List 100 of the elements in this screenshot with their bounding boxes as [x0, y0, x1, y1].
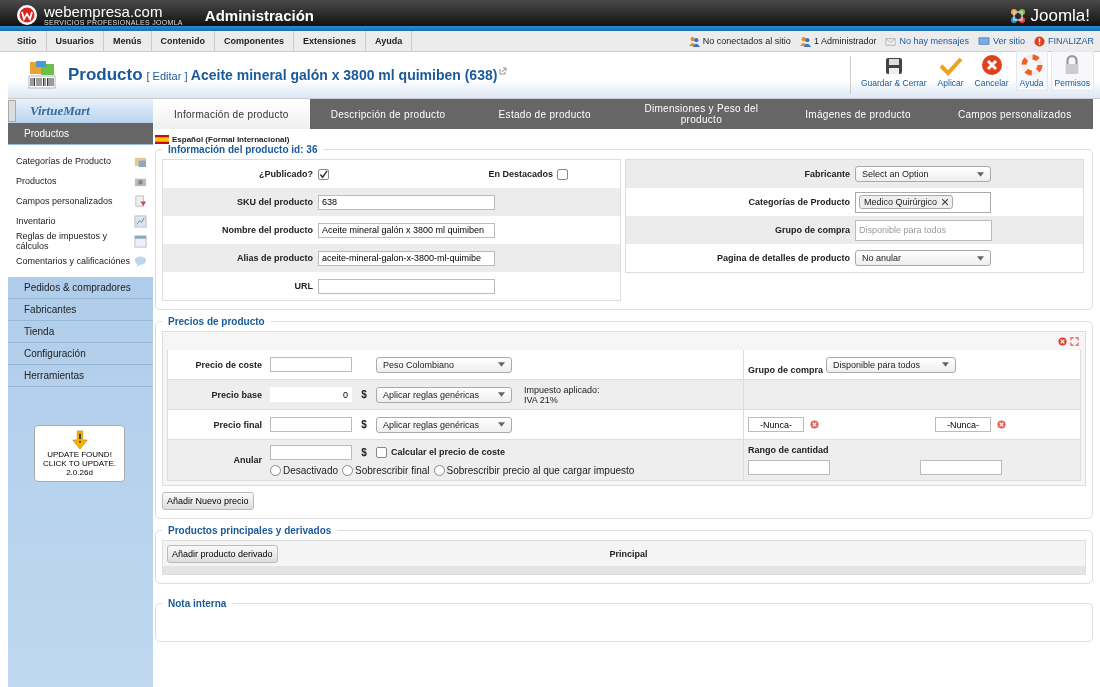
toolbar-button[interactable]: Cancelar — [970, 51, 1013, 91]
sidebar-group[interactable]: Productos — [8, 123, 153, 145]
checkbox[interactable] — [376, 446, 387, 458]
dropdown[interactable]: Peso Colombiano — [376, 356, 512, 373]
screen-icon — [977, 35, 990, 47]
collapse-handle[interactable] — [8, 100, 16, 122]
brand-logo-icon — [16, 4, 38, 26]
input-field[interactable] — [270, 357, 352, 372]
field-label: Precio base — [210, 389, 263, 400]
expand-icon[interactable] — [1070, 337, 1079, 346]
clear-icon[interactable] — [810, 420, 819, 429]
section-title: Productos principales y derivados — [167, 525, 333, 536]
input-field[interactable] — [920, 460, 1002, 475]
radio-label: Sobrescribir final — [355, 464, 430, 476]
sidebar-item[interactable]: Productos — [16, 171, 147, 191]
dropdown[interactable]: Aplicar reglas genéricas — [376, 386, 512, 403]
dropdown[interactable]: No anular — [855, 250, 991, 266]
calendar-icon — [134, 234, 147, 248]
input-field[interactable] — [270, 417, 352, 432]
sidebar-group[interactable]: Pedidos & compradores — [8, 277, 153, 299]
currency-symbol: $ — [360, 446, 368, 458]
radio-button[interactable] — [433, 464, 445, 476]
update-button[interactable]: UPDATE FOUND! CLICK TO UPDATE. 2.0.26d — [34, 425, 125, 482]
cms-logo-icon — [1009, 7, 1028, 25]
tab[interactable]: Descripción de producto — [309, 99, 467, 129]
tab[interactable]: Estado de producto — [466, 99, 623, 129]
menu-item[interactable]: Sitio — [8, 31, 47, 51]
field-label: Alias de producto — [236, 253, 314, 263]
status-link[interactable]: 1 Administrador — [799, 35, 877, 47]
dropdown[interactable]: Disponible para todos — [826, 356, 956, 373]
menu-item[interactable]: Ayuda — [366, 31, 413, 51]
input-field[interactable]: Aceite mineral galón x 3800 ml quimiben — [318, 222, 495, 238]
field-label: En Destacados — [488, 169, 554, 179]
toolbar-button[interactable]: Aplicar — [933, 53, 968, 91]
status-link[interactable]: Ver sitio — [977, 35, 1025, 47]
sidebar-item[interactable]: Inventario — [16, 211, 147, 231]
toolbar-button[interactable]: Guardar & Cerrar — [856, 53, 931, 91]
radio-button[interactable] — [270, 464, 281, 476]
sidebar-item[interactable]: Categorías de Producto — [16, 151, 147, 171]
remove-icon[interactable] — [942, 199, 949, 205]
add-child-button[interactable]: Añadir producto derivado — [167, 544, 278, 563]
tax-value: IVA 21% — [524, 394, 558, 405]
dropdown[interactable]: Select an Option — [855, 166, 991, 182]
input-field[interactable] — [318, 278, 495, 294]
status-link[interactable]: No hay mensajes — [885, 35, 969, 47]
remove-icon[interactable] — [1058, 337, 1067, 346]
sidebar-group[interactable]: Herramientas — [8, 365, 153, 387]
menu-item[interactable]: Contenido — [151, 31, 216, 51]
spain-flag-icon — [155, 135, 169, 144]
date-field[interactable]: -Nunca- — [935, 417, 991, 432]
date-field[interactable]: -Nunca- — [748, 417, 804, 432]
field-label: Anular — [232, 455, 263, 465]
input-field[interactable]: Disponible para todos — [855, 219, 992, 241]
tab[interactable]: Dimensiones y Peso del producto — [623, 99, 780, 129]
status-link[interactable]: FINALIZAR — [1034, 35, 1094, 47]
tab[interactable]: Información de producto — [153, 99, 310, 129]
toolbar-button[interactable]: Ayuda — [1015, 51, 1048, 91]
menu-item[interactable]: Extensiones — [294, 31, 367, 51]
lifebuoy-icon — [1020, 54, 1043, 76]
add-price-button[interactable]: Añadir Nuevo precio — [162, 492, 254, 510]
speech-bubble-icon — [134, 254, 147, 268]
field-label: Rango de cantidad — [748, 445, 829, 455]
tab[interactable]: Campos personalizados — [936, 99, 1094, 129]
sidebar-item[interactable]: Campos personalizados — [16, 191, 147, 211]
header-title: Administración — [204, 6, 314, 24]
menu-item[interactable]: Usuarios — [46, 31, 104, 51]
input-field[interactable]: 638 — [318, 194, 495, 210]
status-link[interactable]: No conectados al sitio — [688, 35, 791, 47]
sidebar-group[interactable]: Fabricantes — [8, 299, 153, 321]
currency-symbol: $ — [360, 419, 368, 430]
users-icon — [688, 35, 700, 47]
field-label: Pagina de detalles de producto — [715, 253, 851, 263]
external-link-icon[interactable] — [499, 67, 508, 75]
toolbar-button[interactable]: Permisos — [1050, 51, 1094, 91]
sidebar-item[interactable]: Reglas de impuestos y cálculos — [16, 231, 147, 251]
menu-item[interactable]: Componentes — [215, 31, 295, 51]
menu-item[interactable]: Menús — [104, 31, 152, 51]
field-label: Grupo de compra — [774, 225, 851, 235]
input-field[interactable] — [748, 460, 830, 475]
category-tag[interactable]: Medico Quirúrgico — [859, 195, 954, 209]
checkmark-icon — [938, 56, 963, 76]
virtuemart-logo: VirtueMart — [30, 103, 90, 119]
input-field[interactable]: aceite-mineral-galon-x-3800-ml-quimibe — [318, 250, 495, 266]
input-field[interactable] — [270, 444, 352, 460]
checkbox[interactable] — [318, 168, 329, 180]
sidebar-group[interactable]: Configuración — [8, 343, 153, 365]
users-icon — [799, 35, 811, 47]
sidebar-item[interactable]: Comentarios y calificaciónes — [16, 251, 147, 271]
sidebar-group[interactable]: Tienda — [8, 321, 153, 343]
checkbox-label: Calcular el precio de coste — [391, 447, 506, 457]
radio-button[interactable] — [342, 464, 354, 476]
dropdown[interactable]: Aplicar reglas genéricas — [376, 416, 512, 433]
clear-icon[interactable] — [997, 420, 1006, 429]
input-field[interactable]: 0 — [270, 387, 352, 402]
document-icon — [134, 194, 147, 208]
caret-icon — [942, 362, 949, 367]
tag-field[interactable]: Medico Quirúrgico — [855, 191, 991, 213]
currency-symbol: $ — [360, 389, 368, 400]
tab[interactable]: Imágenes de producto — [779, 99, 937, 129]
checkbox[interactable] — [557, 168, 568, 180]
